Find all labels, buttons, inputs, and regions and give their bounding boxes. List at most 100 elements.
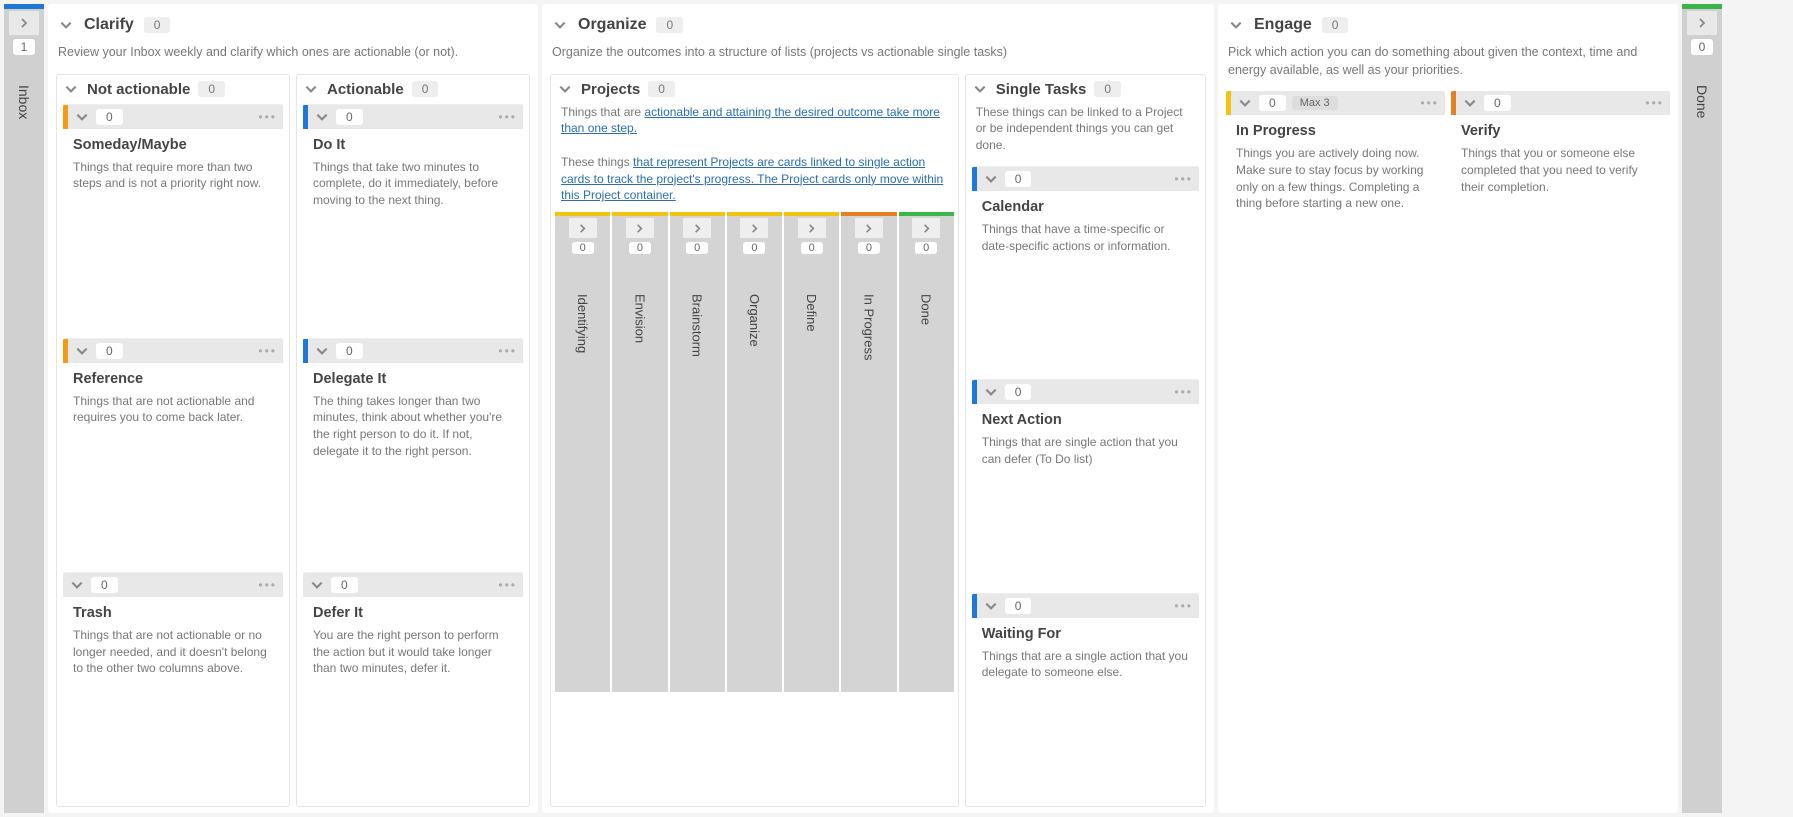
- card-body[interactable]: [303, 685, 523, 800]
- card-menu-button[interactable]: •••: [1174, 599, 1193, 613]
- expand-stage-button[interactable]: [740, 218, 768, 238]
- rail-inbox[interactable]: 1 Inbox: [4, 4, 44, 813]
- card-body[interactable]: [303, 468, 523, 566]
- card-count: 0: [1005, 384, 1032, 400]
- column-single-tasks-desc: These things can be linked to a Project …: [966, 100, 1205, 162]
- collapse-card-button[interactable]: [309, 577, 325, 593]
- collapse-single-tasks-button[interactable]: [972, 81, 988, 97]
- stage-color: [612, 212, 667, 216]
- card-title: Do It: [303, 129, 523, 155]
- stripe-icon: [63, 339, 68, 363]
- project-stage-envision[interactable]: 0Envision: [612, 212, 667, 692]
- expand-stage-button[interactable]: [626, 218, 654, 238]
- collapse-in-progress-button[interactable]: [1237, 95, 1253, 111]
- column-single-tasks-count: 0: [1094, 81, 1121, 97]
- collapse-card-button[interactable]: [314, 343, 330, 359]
- card-desc: Things that are a single action that you…: [972, 644, 1199, 690]
- card-single-task-0[interactable]: 0•••CalendarThings that have a time-spec…: [972, 166, 1199, 373]
- card-head-actionable-0[interactable]: 0•••: [303, 105, 523, 129]
- card-menu-button[interactable]: •••: [498, 110, 517, 124]
- collapse-card-button[interactable]: [983, 171, 999, 187]
- collapse-engage-button[interactable]: [1228, 17, 1244, 33]
- card-head-verify[interactable]: 0 •••: [1451, 91, 1670, 115]
- card-head-single-task-0[interactable]: 0 •••: [972, 167, 1199, 191]
- card-not-actionable-0[interactable]: 0•••Someday/MaybeThings that require mor…: [63, 104, 283, 332]
- collapse-card-button[interactable]: [314, 109, 330, 125]
- card-title: Someday/Maybe: [63, 129, 283, 155]
- card-head-not-actionable-1[interactable]: 0 •••: [63, 339, 283, 363]
- card-menu-button[interactable]: •••: [498, 344, 517, 358]
- card-actionable-0[interactable]: 0•••Do ItThings that take two minutes to…: [303, 104, 523, 332]
- expand-stage-button[interactable]: [798, 218, 826, 238]
- card-count: 0: [96, 109, 123, 125]
- stage-count: 0: [629, 242, 651, 254]
- collapse-card-button[interactable]: [69, 577, 85, 593]
- stage-color: [784, 212, 839, 216]
- project-stage-in-progress[interactable]: 0In Progress: [841, 212, 896, 692]
- card-head-actionable-2[interactable]: 0•••: [303, 573, 523, 597]
- expand-inbox-button[interactable]: [9, 11, 39, 35]
- collapse-projects-button[interactable]: [557, 81, 573, 97]
- card-not-actionable-2[interactable]: 0•••TrashThings that are not actionable …: [63, 572, 283, 800]
- card-head-not-actionable-2[interactable]: 0•••: [63, 573, 283, 597]
- expand-stage-button[interactable]: [569, 218, 597, 238]
- card-actionable-1[interactable]: 0•••Delegate ItThe thing takes longer th…: [303, 338, 523, 566]
- card-head-single-task-2[interactable]: 0•••: [972, 594, 1199, 618]
- collapse-actionable-button[interactable]: [303, 81, 319, 97]
- card-menu-button[interactable]: •••: [1174, 172, 1193, 186]
- collapse-verify-button[interactable]: [1462, 95, 1478, 111]
- in-progress-title: In Progress: [1226, 115, 1445, 141]
- in-progress-menu-button[interactable]: •••: [1420, 96, 1439, 110]
- card-menu-button[interactable]: •••: [258, 110, 277, 124]
- collapse-card-button[interactable]: [74, 343, 90, 359]
- card-menu-button[interactable]: •••: [258, 344, 277, 358]
- card-count: 0: [1005, 171, 1032, 187]
- project-stage-define[interactable]: 0Define: [784, 212, 839, 692]
- expand-stage-button[interactable]: [912, 218, 940, 238]
- project-stage-organize[interactable]: 0Organize: [727, 212, 782, 692]
- card-body[interactable]: [303, 217, 523, 332]
- card-menu-button[interactable]: •••: [258, 578, 277, 592]
- rail-inbox-label: Inbox: [16, 85, 32, 119]
- collapse-card-button[interactable]: [983, 598, 999, 614]
- project-stage-brainstorm[interactable]: 0Brainstorm: [670, 212, 725, 692]
- stage-label: In Progress: [861, 294, 876, 360]
- card-body[interactable]: [972, 262, 1199, 373]
- card-count: 0: [96, 343, 123, 359]
- expand-done-button[interactable]: [1687, 11, 1717, 35]
- group-clarify: Clarify 0 Review your Inbox weekly and c…: [48, 4, 538, 813]
- expand-stage-button[interactable]: [683, 218, 711, 238]
- card-menu-button[interactable]: •••: [498, 578, 517, 592]
- card-single-task-1[interactable]: 0•••Next ActionThings that are single ac…: [972, 379, 1199, 586]
- card-body[interactable]: [63, 200, 283, 332]
- stripe-icon: [303, 105, 308, 129]
- card-title: Calendar: [972, 191, 1199, 217]
- card-head-actionable-1[interactable]: 0•••: [303, 339, 523, 363]
- card-single-task-2[interactable]: 0•••Waiting ForThings that are a single …: [972, 593, 1199, 800]
- card-actionable-2[interactable]: 0•••Defer ItYou are the right person to …: [303, 572, 523, 800]
- collapse-card-button[interactable]: [983, 384, 999, 400]
- verify-menu-button[interactable]: •••: [1645, 96, 1664, 110]
- collapse-clarify-button[interactable]: [58, 17, 74, 33]
- project-stage-identifying[interactable]: 0Identifying: [555, 212, 610, 692]
- card-body[interactable]: [972, 689, 1199, 800]
- expand-stage-button[interactable]: [855, 218, 883, 238]
- card-body[interactable]: [972, 476, 1199, 587]
- collapse-not-actionable-button[interactable]: [63, 81, 79, 97]
- column-projects: Projects 0 Things that are actionable an…: [550, 74, 959, 808]
- card-body[interactable]: [63, 434, 283, 566]
- stripe-icon: [303, 339, 308, 363]
- card-body[interactable]: [63, 685, 283, 800]
- card-not-actionable-1[interactable]: 0•••ReferenceThings that are not actiona…: [63, 338, 283, 566]
- rail-done[interactable]: 0 Done: [1682, 4, 1722, 813]
- card-head-not-actionable-0[interactable]: 0 •••: [63, 105, 283, 129]
- collapse-card-button[interactable]: [74, 109, 90, 125]
- collapse-organize-button[interactable]: [552, 17, 568, 33]
- card-menu-button[interactable]: •••: [1174, 385, 1193, 399]
- card-desc: You are the right person to perform the …: [303, 623, 523, 685]
- card-head-single-task-1[interactable]: 0 •••: [972, 380, 1199, 404]
- project-stage-done[interactable]: 0Done: [899, 212, 954, 692]
- card-desc: Things that take two minutes to complete…: [303, 155, 523, 217]
- card-head-in-progress[interactable]: 0 Max 3 •••: [1226, 91, 1445, 115]
- stage-color: [899, 212, 954, 216]
